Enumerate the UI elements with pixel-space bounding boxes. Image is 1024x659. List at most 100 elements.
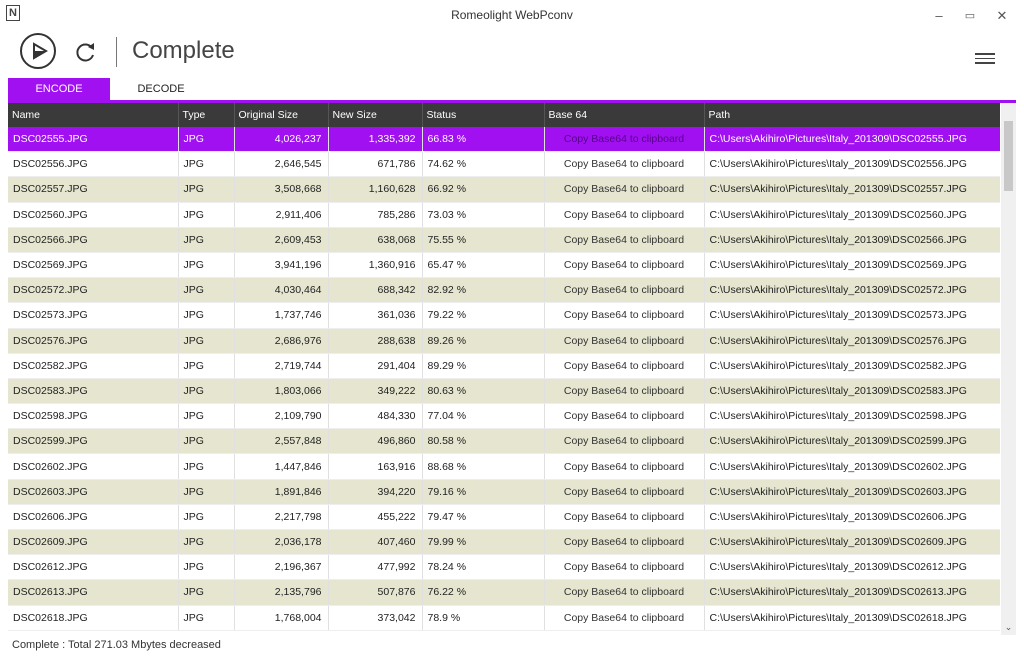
maximize-button[interactable]: ▭ — [960, 6, 980, 26]
copy-base64-button[interactable]: Copy Base64 to clipboard — [544, 579, 705, 606]
cell-status: 89.29 % — [422, 353, 545, 379]
column-header-new-size[interactable]: New Size — [328, 103, 423, 127]
copy-base64-button[interactable]: Copy Base64 to clipboard — [544, 428, 705, 455]
copy-base64-button[interactable]: Copy Base64 to clipboard — [544, 176, 705, 203]
cell-name: DSC02583.JPG — [8, 378, 179, 405]
cell-name: DSC02613.JPG — [8, 579, 179, 606]
table-row[interactable]: DSC02618.JPG JPG 1,768,004 373,042 78.9 % Cop… — [8, 605, 1000, 631]
cell-name: DSC02599.JPG — [8, 428, 179, 455]
refresh-button[interactable] — [72, 40, 98, 66]
cell-original-size: 2,911,406 — [234, 202, 329, 228]
cell-path: C:\Users\Akihiro\Pictures\Italy_201309\D… — [704, 353, 1000, 379]
table-row[interactable]: DSC02573.JPG JPG 1,737,746 361,036 79.22 % Co… — [8, 302, 1000, 329]
scroll-down-icon[interactable]: ⌄ — [1001, 622, 1016, 633]
table-row[interactable]: DSC02599.JPG JPG 2,557,848 496,860 80.58 % Co… — [8, 428, 1000, 455]
copy-base64-button[interactable]: Copy Base64 to clipboard — [544, 328, 705, 354]
cell-new-size: 785,286 — [328, 202, 423, 228]
window-title: Romeolight WebPconv — [451, 8, 573, 22]
table-row[interactable]: DSC02569.JPG JPG 3,941,196 1,360,916 65.47 %… — [8, 252, 1000, 279]
table-row[interactable]: DSC02609.JPG JPG 2,036,178 407,460 79.99 % Co… — [8, 529, 1000, 556]
copy-base64-button[interactable]: Copy Base64 to clipboard — [544, 529, 705, 556]
column-header-type[interactable]: Type — [178, 103, 235, 127]
copy-base64-button[interactable]: Copy Base64 to clipboard — [544, 127, 705, 153]
table-row[interactable]: DSC02566.JPG JPG 2,609,453 638,068 75.55 % Co… — [8, 227, 1000, 253]
column-header-status[interactable]: Status — [422, 103, 545, 127]
cell-type: JPG — [178, 302, 235, 329]
cell-name: DSC02560.JPG — [8, 202, 179, 228]
column-header-path[interactable]: Path — [704, 103, 1000, 127]
copy-base64-button[interactable]: Copy Base64 to clipboard — [544, 554, 705, 581]
cell-status: 82.92 % — [422, 277, 545, 304]
cell-new-size: 1,360,916 — [328, 252, 423, 279]
copy-base64-button[interactable]: Copy Base64 to clipboard — [544, 403, 705, 430]
tab-encode[interactable]: ENCODE — [8, 78, 110, 100]
cell-new-size: 1,335,392 — [328, 127, 423, 153]
table-row[interactable]: DSC02603.JPG JPG 1,891,846 394,220 79.16 % Co… — [8, 479, 1000, 505]
cell-path: C:\Users\Akihiro\Pictures\Italy_201309\D… — [704, 328, 1000, 354]
cell-name: DSC02606.JPG — [8, 504, 179, 531]
table-row[interactable]: DSC02576.JPG JPG 2,686,976 288,638 89.26 % Co… — [8, 328, 1000, 354]
cell-status: 78.9 % — [422, 605, 545, 631]
copy-base64-button[interactable]: Copy Base64 to clipboard — [544, 202, 705, 228]
cell-original-size: 2,719,744 — [234, 353, 329, 379]
copy-base64-button[interactable]: Copy Base64 to clipboard — [544, 353, 705, 379]
copy-base64-button[interactable]: Copy Base64 to clipboard — [544, 453, 705, 480]
cell-original-size: 2,217,798 — [234, 504, 329, 531]
table-row[interactable]: DSC02556.JPG JPG 2,646,545 671,786 74.62 % Co… — [8, 151, 1000, 178]
table-row[interactable]: DSC02612.JPG JPG 2,196,367 477,992 78.24 % Co… — [8, 554, 1000, 581]
cell-original-size: 2,609,453 — [234, 227, 329, 253]
menu-button[interactable] — [975, 50, 995, 66]
table-row[interactable]: DSC02582.JPG JPG 2,719,744 291,404 89.29 % Co… — [8, 353, 1000, 379]
cell-status: 80.58 % — [422, 428, 545, 455]
copy-base64-button[interactable]: Copy Base64 to clipboard — [544, 227, 705, 253]
cell-type: JPG — [178, 554, 235, 581]
table-row[interactable]: DSC02555.JPG JPG 4,026,237 1,335,392 66.83 %… — [8, 127, 1000, 153]
cell-status: 75.55 % — [422, 227, 545, 253]
cell-original-size: 1,447,846 — [234, 453, 329, 480]
cell-name: DSC02598.JPG — [8, 403, 179, 430]
cell-path: C:\Users\Akihiro\Pictures\Italy_201309\D… — [704, 378, 1000, 405]
vertical-scrollbar[interactable]: ⌄ — [1001, 103, 1016, 635]
cell-type: JPG — [178, 277, 235, 304]
cell-status: 88.68 % — [422, 453, 545, 480]
table-row[interactable]: DSC02602.JPG JPG 1,447,846 163,916 88.68 % Co… — [8, 453, 1000, 480]
copy-base64-button[interactable]: Copy Base64 to clipboard — [544, 151, 705, 178]
cell-new-size: 349,222 — [328, 378, 423, 405]
cell-status: 65.47 % — [422, 252, 545, 279]
copy-base64-button[interactable]: Copy Base64 to clipboard — [544, 479, 705, 505]
cell-status: 89.26 % — [422, 328, 545, 354]
grid-header: Name Type Original Size New Size Status … — [8, 103, 1000, 127]
table-row[interactable]: DSC02606.JPG JPG 2,217,798 455,222 79.47 % Co… — [8, 504, 1000, 531]
cell-type: JPG — [178, 202, 235, 228]
cell-type: JPG — [178, 328, 235, 354]
hamburger-icon — [975, 53, 995, 55]
cell-status: 79.47 % — [422, 504, 545, 531]
tab-decode[interactable]: DECODE — [110, 78, 212, 100]
cell-new-size: 373,042 — [328, 605, 423, 631]
start-button[interactable] — [20, 33, 56, 69]
cell-name: DSC02557.JPG — [8, 176, 179, 203]
cell-status: 66.92 % — [422, 176, 545, 203]
copy-base64-button[interactable]: Copy Base64 to clipboard — [544, 378, 705, 405]
table-row[interactable]: DSC02557.JPG JPG 3,508,668 1,160,628 66.92 %… — [8, 176, 1000, 203]
cell-name: DSC02566.JPG — [8, 227, 179, 253]
table-row[interactable]: DSC02598.JPG JPG 2,109,790 484,330 77.04 % Co… — [8, 403, 1000, 430]
table-row[interactable]: DSC02572.JPG JPG 4,030,464 688,342 82.92 % Co… — [8, 277, 1000, 304]
cell-path: C:\Users\Akihiro\Pictures\Italy_201309\D… — [704, 227, 1000, 253]
column-header-original-size[interactable]: Original Size — [234, 103, 329, 127]
table-row[interactable]: DSC02613.JPG JPG 2,135,796 507,876 76.22 % Co… — [8, 579, 1000, 606]
column-header-base64[interactable]: Base 64 — [544, 103, 705, 127]
copy-base64-button[interactable]: Copy Base64 to clipboard — [544, 277, 705, 304]
close-button[interactable]: ✕ — [992, 6, 1012, 26]
cell-new-size: 484,330 — [328, 403, 423, 430]
table-row[interactable]: DSC02560.JPG JPG 2,911,406 785,286 73.03 % Co… — [8, 202, 1000, 228]
table-row[interactable]: DSC02583.JPG JPG 1,803,066 349,222 80.63 % Co… — [8, 378, 1000, 405]
minimize-button[interactable]: – — [929, 6, 949, 26]
copy-base64-button[interactable]: Copy Base64 to clipboard — [544, 252, 705, 279]
copy-base64-button[interactable]: Copy Base64 to clipboard — [544, 504, 705, 531]
copy-base64-button[interactable]: Copy Base64 to clipboard — [544, 302, 705, 329]
scrollbar-thumb[interactable] — [1004, 121, 1013, 191]
column-header-name[interactable]: Name — [8, 103, 179, 127]
cell-original-size: 2,196,367 — [234, 554, 329, 581]
copy-base64-button[interactable]: Copy Base64 to clipboard — [544, 605, 705, 631]
